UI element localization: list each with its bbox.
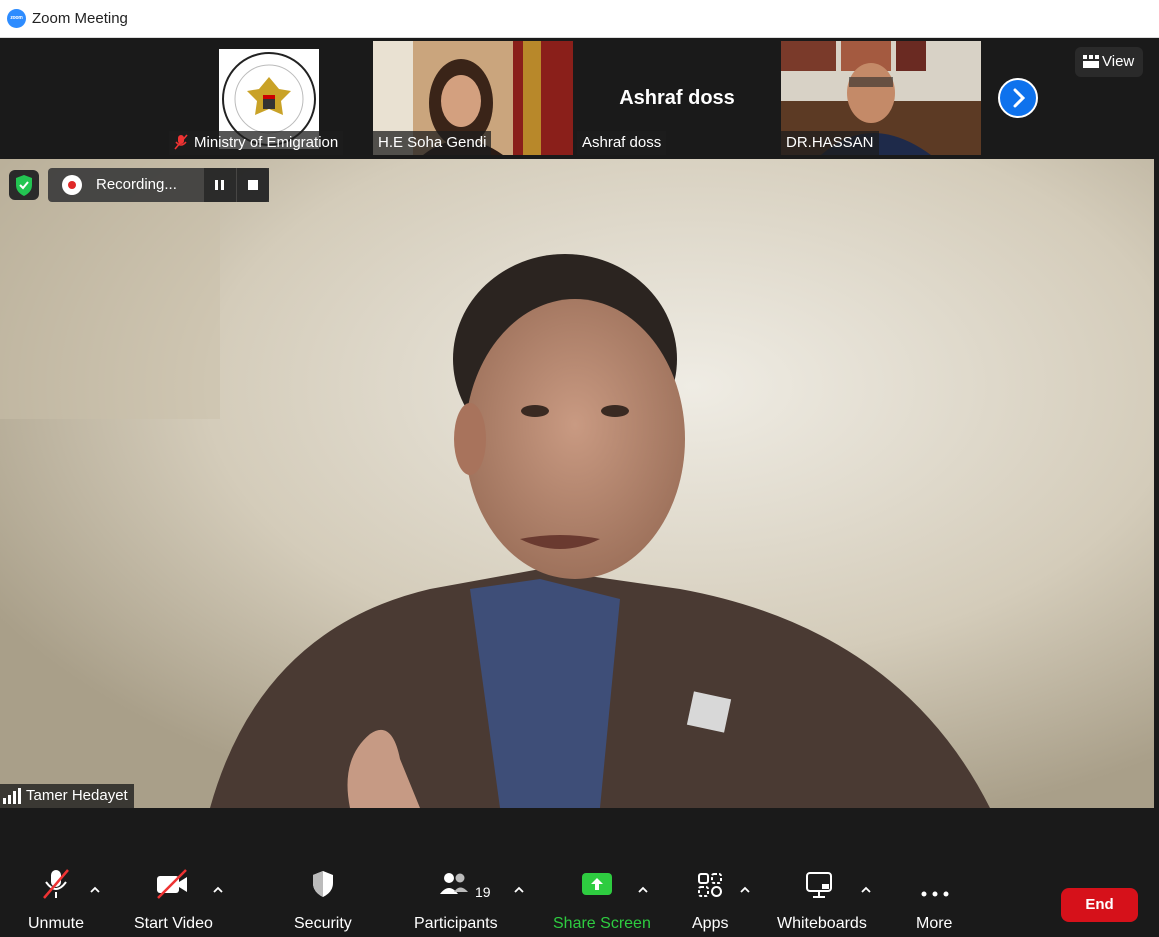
speaker-name: Tamer Hedayet: [26, 787, 128, 804]
apps-icon: [698, 873, 722, 897]
signal-strength-icon: [3, 788, 21, 804]
security-button[interactable]: Security: [290, 868, 355, 937]
participants-count: 19: [475, 884, 491, 900]
pause-icon: [215, 180, 224, 190]
mic-muted-icon: [43, 869, 69, 899]
whiteboard-icon: [806, 872, 832, 898]
stop-recording-button[interactable]: [237, 168, 269, 202]
whiteboards-button[interactable]: Whiteboards: [772, 868, 867, 937]
share-screen-icon: [582, 873, 612, 895]
participants-icon: [440, 873, 468, 894]
grid-view-icon: [1083, 55, 1099, 68]
participants-button[interactable]: 19 Participants: [412, 868, 498, 937]
participant-name: Ministry of Emigration: [194, 134, 339, 151]
participant-name-label: Ashraf doss: [577, 131, 667, 155]
speaker-video-frame: [0, 159, 1154, 808]
unmute-button[interactable]: Unmute: [20, 868, 90, 937]
video-off-icon: [157, 869, 187, 899]
participant-display-name: Ashraf doss: [619, 87, 735, 109]
apps-button[interactable]: Apps: [688, 868, 733, 937]
zoom-app-icon: zoom: [7, 9, 26, 28]
view-button[interactable]: View: [1075, 47, 1143, 77]
participant-name-label: H.E Soha Gendi: [373, 131, 492, 155]
chevron-right-icon: [1013, 88, 1026, 108]
whiteboards-options-chevron-icon[interactable]: [858, 883, 874, 897]
participant-tile-ministry[interactable]: Ministry of Emigration: [169, 41, 369, 155]
share-options-chevron-icon[interactable]: [635, 883, 651, 897]
audio-options-chevron-icon[interactable]: [87, 883, 103, 897]
start-video-label: Start Video: [134, 915, 213, 932]
participant-tile-soha[interactable]: H.E Soha Gendi: [373, 41, 573, 155]
mic-muted-icon: [174, 134, 188, 150]
view-label: View: [1102, 53, 1135, 70]
more-dots-icon: [921, 891, 949, 897]
encryption-shield-badge[interactable]: [9, 170, 39, 200]
stop-icon: [248, 180, 258, 190]
apps-options-chevron-icon[interactable]: [737, 883, 753, 897]
recording-indicator: Recording...: [48, 168, 269, 202]
next-page-button[interactable]: [998, 78, 1038, 118]
active-speaker-video: [0, 159, 1154, 808]
pause-recording-button[interactable]: [204, 168, 236, 202]
share-screen-label: Share Screen: [553, 915, 651, 932]
window-title: Zoom Meeting: [32, 10, 128, 27]
recording-status: Recording...: [96, 176, 177, 193]
end-meeting-button[interactable]: End: [1061, 888, 1138, 922]
participant-name-label: Ministry of Emigration: [169, 131, 344, 155]
shield-icon: [313, 871, 333, 897]
participants-label: Participants: [414, 915, 498, 932]
participant-name-label: DR.HASSAN: [781, 131, 879, 155]
more-button[interactable]: More: [910, 868, 960, 937]
share-screen-button[interactable]: Share Screen: [550, 868, 651, 937]
start-video-button[interactable]: Start Video: [130, 868, 215, 937]
unmute-label: Unmute: [28, 915, 85, 932]
participant-tile-hassan[interactable]: DR.HASSAN: [781, 41, 981, 155]
shield-check-icon: [16, 175, 32, 196]
participant-tile-ashraf[interactable]: Ashraf doss Ashraf doss: [577, 41, 777, 155]
apps-label: Apps: [692, 915, 729, 932]
window-title-bar: zoom Zoom Meeting: [0, 0, 1159, 38]
video-options-chevron-icon[interactable]: [210, 883, 226, 897]
active-speaker-label: Tamer Hedayet: [0, 784, 134, 808]
whiteboards-label: Whiteboards: [777, 915, 867, 932]
participants-options-chevron-icon[interactable]: [511, 883, 527, 897]
record-icon: [62, 175, 82, 195]
security-label: Security: [294, 915, 352, 932]
more-label: More: [916, 915, 953, 932]
